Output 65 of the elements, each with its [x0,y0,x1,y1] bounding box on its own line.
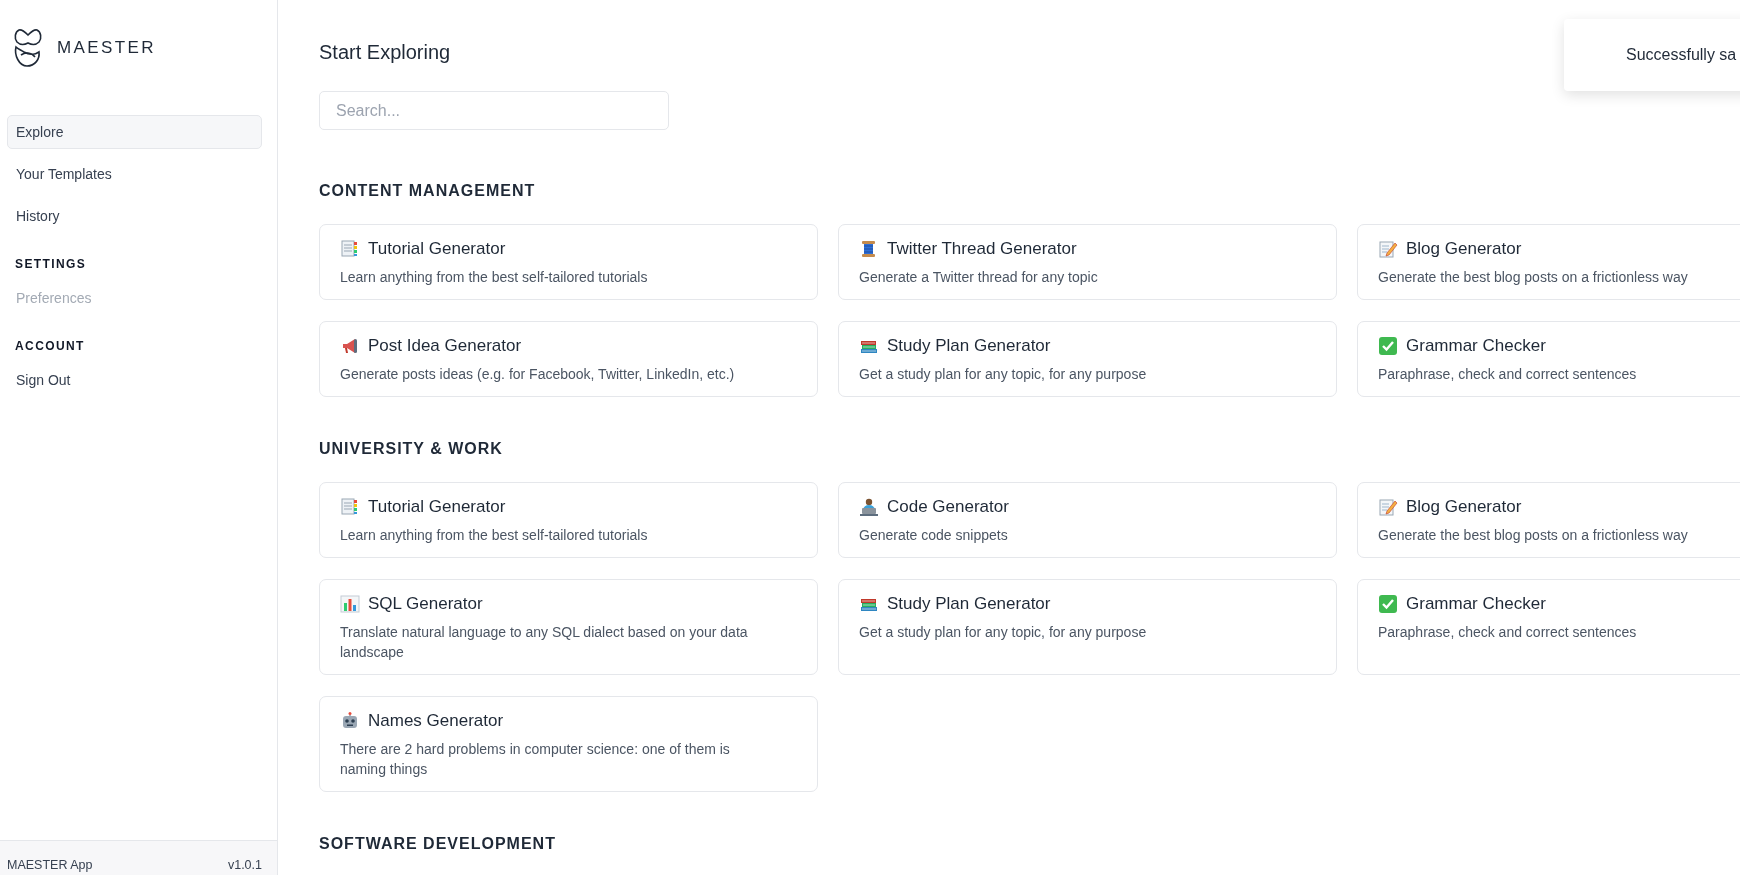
category-heading: UNIVERSITY & WORK [319,439,504,459]
category-heading: CONTENT MANAGEMENT [319,181,537,201]
tool-card[interactable]: Code Generator Generate code snippets [838,482,1337,558]
card-title: Blog Generator [1406,497,1522,517]
tool-card[interactable]: Twitter Thread Generator Generate a Twitter thread for any topic [838,224,1337,300]
card-title: Tutorial Generator [368,239,506,259]
card-title: Tutorial Generator [368,497,506,517]
card-description: Translate natural language to any SQL dialect based on your data landscape [340,623,749,662]
memo-icon [1378,497,1398,517]
card-title: Grammar Checker [1406,594,1546,614]
tool-card[interactable]: SQL Generator Translate natural language to any SQL dialect based on your data landscape [319,579,818,675]
section-heading: SETTINGS [15,257,88,271]
document-icon [340,497,360,517]
section-heading: ACCOUNT [15,339,86,353]
card-description: Generate a Twitter thread for any topic [859,268,1099,287]
tool-card[interactable]: Study Plan Generator Get a study plan for any topic, for any purpose [838,579,1337,675]
card-description: Generate the best blog posts on a frictionless way [1378,268,1689,287]
app-name: MAESTER App [7,858,93,873]
page-title: Start Exploring [319,40,451,65]
tool-card[interactable]: Names Generator There are 2 hard problems in computer science: one of them is naming things [319,696,818,792]
check-icon [1378,594,1398,614]
category-heading: SOFTWARE DEVELOPMENT [319,834,557,854]
card-description: Generate posts ideas (e.g. for Facebook, Twitter, LinkedIn, etc.) [340,365,736,384]
logo-icon [14,29,42,67]
tool-card[interactable]: Tutorial Generator Learn anything from the best self-tailored tutorials [319,482,818,558]
card-title: Blog Generator [1406,239,1522,259]
card-title: Names Generator [368,711,504,731]
tool-card[interactable]: Blog Generator Generate the best blog posts on a frictionless way [1357,224,1740,300]
document-icon [340,239,360,259]
card-title: Study Plan Generator [887,594,1051,614]
laptop-icon [859,497,879,517]
card-description: There are 2 hard problems in computer science: one of them is naming things [340,740,731,779]
card-title: Post Idea Generator [368,336,522,356]
tool-card[interactable]: Grammar Checker Paraphrase, check and correct sentences [1357,579,1740,675]
search-field[interactable]: Search... [319,91,669,130]
version-label: v1.0.1 [227,858,262,873]
card-description: Paraphrase, check and correct sentences [1378,365,1638,384]
nav-item[interactable]: Your Templates [7,157,262,191]
memo-icon [1378,239,1398,259]
card-description: Get a study plan for any topic, for any purpose [859,623,1148,642]
toast-message: Successfully sa [1626,46,1737,64]
tool-card[interactable]: Grammar Checker Paraphrase, check and correct sentences [1357,321,1740,397]
card-title: SQL Generator [368,594,483,614]
bar-chart-icon [340,594,360,614]
card-description: Learn anything from the best self-tailored tutorials [340,268,649,287]
tool-card[interactable]: Tutorial Generator Learn anything from the best self-tailored tutorials [319,224,818,300]
card-description: Learn anything from the best self-tailored tutorials [340,526,649,545]
nav-item[interactable]: Explore [7,115,262,149]
card-title: Twitter Thread Generator [887,239,1077,259]
megaphone-icon [340,336,360,356]
card-description: Generate the best blog posts on a frictionless way [1378,526,1689,545]
nav-item[interactable]: Sign Out [7,363,262,397]
card-title: Study Plan Generator [887,336,1051,356]
tool-card[interactable]: Study Plan Generator Get a study plan for any topic, for any purpose [838,321,1337,397]
card-description: Paraphrase, check and correct sentences [1378,623,1638,642]
check-icon [1378,336,1398,356]
card-title: Code Generator [887,497,1009,517]
card-description: Generate code snippets [859,526,1009,545]
robot-icon [340,711,360,731]
brand-name: MAESTER [57,38,156,58]
card-title: Grammar Checker [1406,336,1546,356]
tool-card[interactable]: Post Idea Generator Generate posts ideas (e.g. for Facebook, Twitter, LinkedIn, etc.) [319,321,818,397]
tool-card[interactable]: Blog Generator Generate the best blog posts on a frictionless way [1357,482,1740,558]
nav-item[interactable]: History [7,199,262,233]
card-description: Get a study plan for any topic, for any purpose [859,365,1148,384]
